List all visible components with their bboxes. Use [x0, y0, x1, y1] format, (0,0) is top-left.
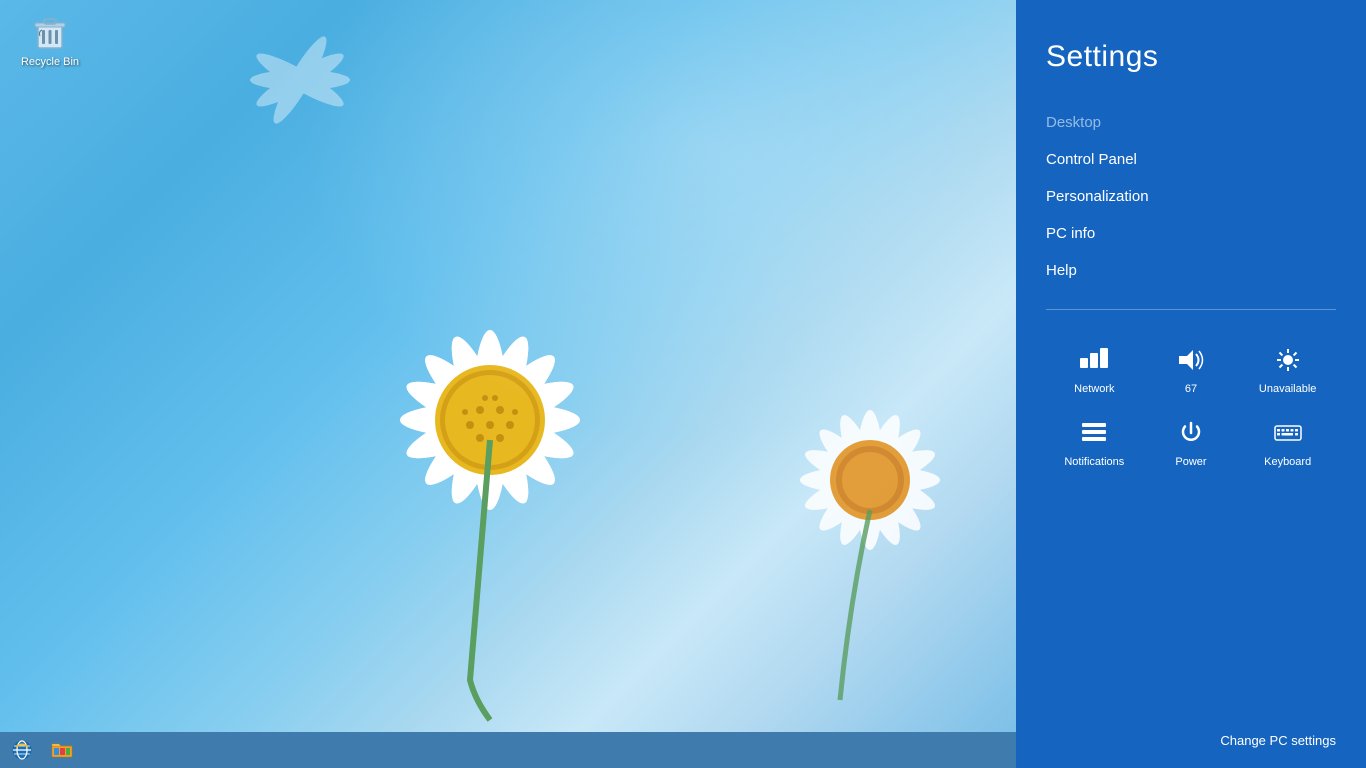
settings-pc-info-item[interactable]: PC info: [1046, 215, 1336, 252]
quick-setting-keyboard[interactable]: Keyboard: [1239, 413, 1336, 476]
network-label: Network: [1074, 383, 1114, 395]
settings-panel: Settings Desktop Control Panel Personali…: [1016, 0, 1366, 768]
change-pc-settings-link[interactable]: Change PC settings: [1220, 733, 1336, 748]
settings-title: Settings: [1046, 40, 1336, 74]
recycle-bin-icon[interactable]: Recycle Bin: [10, 8, 90, 73]
settings-help-item[interactable]: Help: [1046, 252, 1336, 289]
brightness-icon: [1274, 348, 1302, 377]
settings-personalization-item[interactable]: Personalization: [1046, 178, 1336, 215]
keyboard-label: Keyboard: [1264, 456, 1311, 468]
network-icon: [1080, 348, 1108, 377]
quick-setting-network[interactable]: Network: [1046, 340, 1143, 403]
keyboard-icon: [1274, 421, 1302, 450]
settings-desktop-item: Desktop: [1046, 104, 1336, 141]
brightness-label: Unavailable: [1259, 383, 1316, 395]
power-label: Power: [1175, 456, 1206, 468]
quick-setting-volume[interactable]: 67: [1143, 340, 1240, 403]
taskbar: [0, 732, 1016, 768]
power-icon: [1177, 421, 1205, 450]
quick-setting-notifications[interactable]: Notifications: [1046, 413, 1143, 476]
internet-explorer-taskbar-button[interactable]: [4, 732, 40, 768]
recycle-bin-label: Recycle Bin: [21, 56, 79, 69]
volume-label: 67: [1185, 383, 1197, 395]
file-explorer-taskbar-button[interactable]: [44, 732, 80, 768]
settings-divider: [1046, 309, 1336, 310]
settings-control-panel-item[interactable]: Control Panel: [1046, 141, 1336, 178]
quick-setting-brightness[interactable]: Unavailable: [1239, 340, 1336, 403]
recycle-bin-image: [30, 12, 70, 52]
quick-setting-power[interactable]: Power: [1143, 413, 1240, 476]
desktop: [0, 0, 1016, 732]
notifications-icon: [1080, 421, 1108, 450]
volume-icon: [1177, 348, 1205, 377]
notifications-label: Notifications: [1064, 456, 1124, 468]
quick-settings-grid: Network 67: [1046, 340, 1336, 476]
